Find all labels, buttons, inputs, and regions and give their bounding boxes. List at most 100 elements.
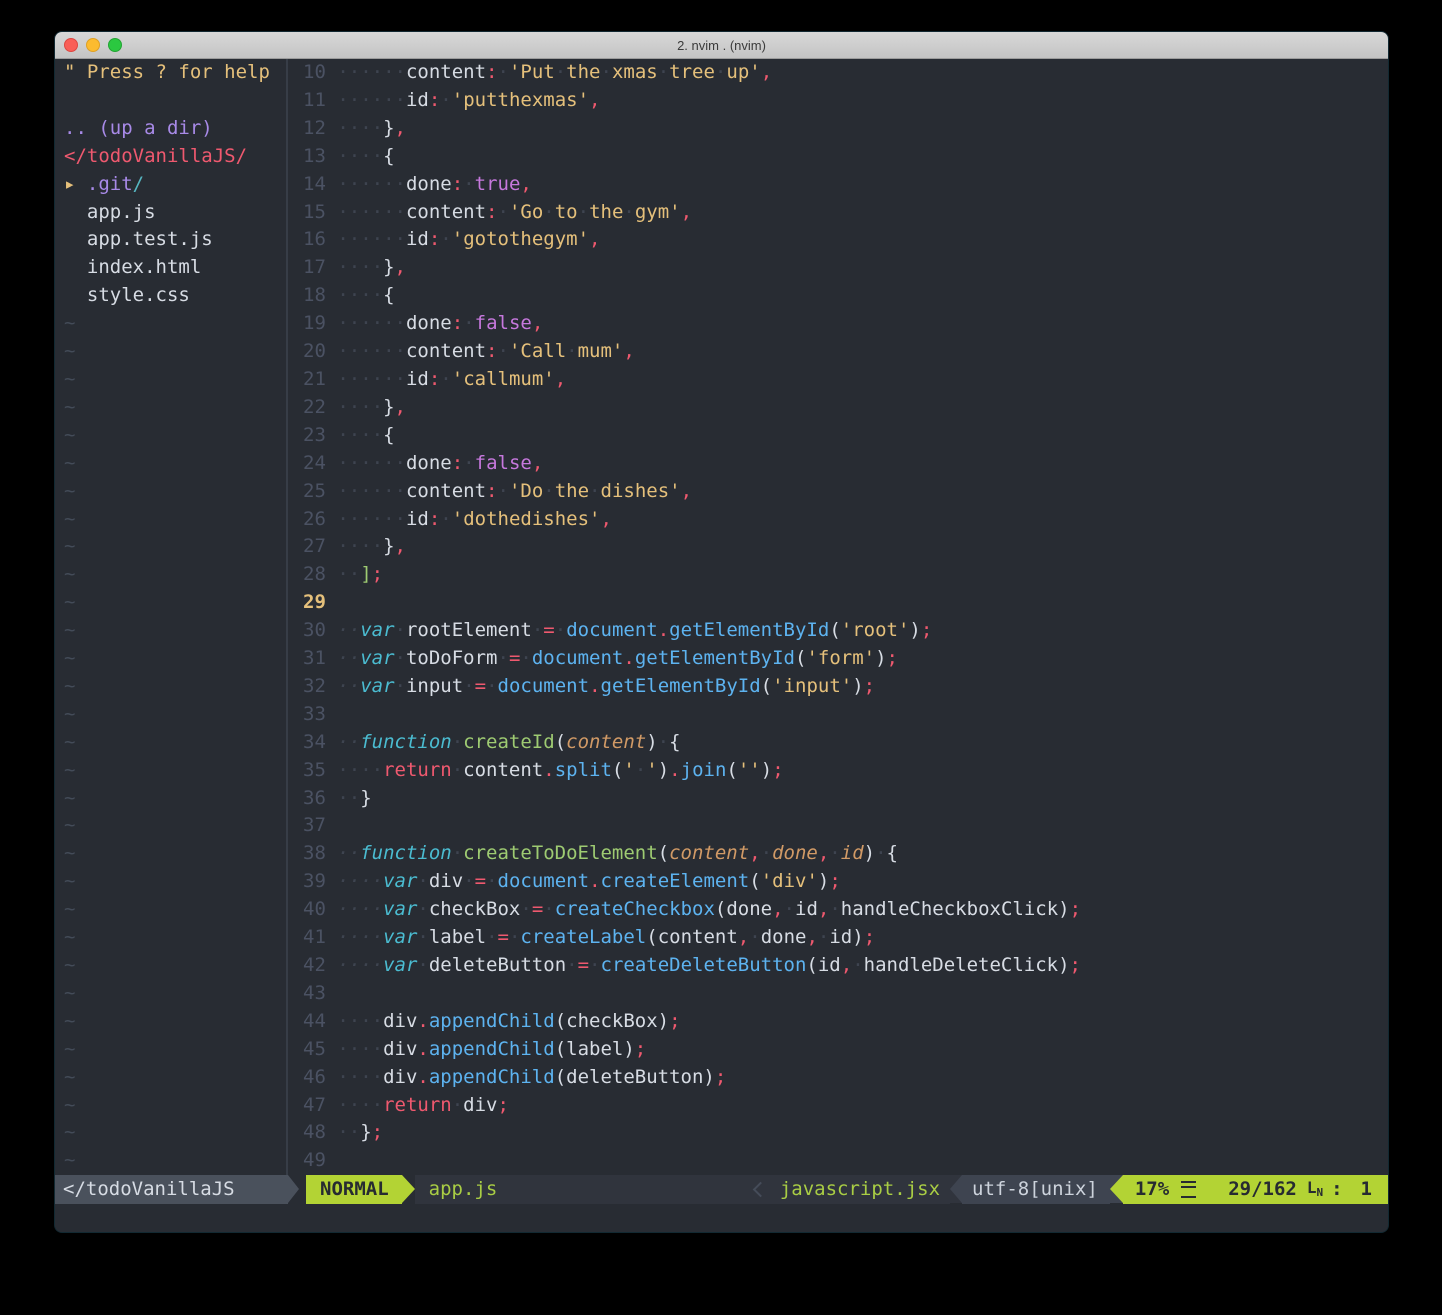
tree-item-style-css[interactable]: style.css — [64, 282, 286, 310]
code-line-47[interactable]: 47 ····return·div; — [303, 1092, 1388, 1120]
code-line-30[interactable]: 30 ··var·rootElement·=·document.getEleme… — [303, 617, 1388, 645]
code-line-28[interactable]: 28 ··]; — [303, 561, 1388, 589]
code-line-26[interactable]: 26 ······id:·'dothedishes', — [303, 506, 1388, 534]
whitespace-dots: · — [497, 61, 508, 83]
mode-indicator: NORMAL — [306, 1175, 402, 1204]
whitespace-dots: · — [509, 926, 520, 948]
editor-buffer[interactable]: 10 ······content:·'Put·the·xmas·tree·up'… — [288, 59, 1388, 1175]
whitespace-dots: · — [463, 675, 474, 697]
statusline-gap — [299, 1175, 306, 1204]
tree-item-label: </todoVanillaJS/ — [64, 145, 247, 167]
whitespace-dots: ······ — [337, 340, 406, 362]
code-line-32[interactable]: 32 ··var·input·=·document.getElementById… — [303, 673, 1388, 701]
code-line-46[interactable]: 46 ····div.appendChild(deleteButton); — [303, 1064, 1388, 1092]
code-line-34[interactable]: 34 ··function·createId(content)·{ — [303, 729, 1388, 757]
code-line-20[interactable]: 20 ······content:·'Call·mum', — [303, 338, 1388, 366]
line-number: 17 — [303, 254, 326, 282]
empty-line-tilde: ~ — [64, 478, 286, 506]
code-line-37[interactable]: 37 — [303, 812, 1388, 840]
code-line-15[interactable]: 15 ······content:·'Go·to·the·gym', — [303, 199, 1388, 227]
code-line-24[interactable]: 24 ······done:·false, — [303, 450, 1388, 478]
statusline-center: app.js javascript.jsx — [415, 1175, 950, 1204]
tree-item-index-html[interactable]: index.html — [64, 254, 286, 282]
editor-split: " Press ? for help.. (up a dir)</todoVan… — [55, 59, 1388, 1175]
whitespace-dots: · — [875, 842, 886, 864]
code-line-29[interactable]: 29 — [303, 589, 1388, 617]
empty-line-tilde: ~ — [64, 868, 286, 896]
whitespace-dots: · — [589, 480, 600, 502]
line-number: 36 — [303, 785, 326, 813]
code-line-21[interactable]: 21 ······id:·'callmum', — [303, 366, 1388, 394]
whitespace-dots: ···· — [337, 145, 383, 167]
powerline-separator-right-icon — [402, 1175, 415, 1203]
code-line-31[interactable]: 31 ··var·toDoForm·=·document.getElementB… — [303, 645, 1388, 673]
code-line-35[interactable]: 35 ····return·content.split('·').join(''… — [303, 757, 1388, 785]
current-line-number: 29 — [303, 589, 326, 617]
code-line-22[interactable]: 22 ····}, — [303, 394, 1388, 422]
code-line-38[interactable]: 38 ··function·createToDoElement(content,… — [303, 840, 1388, 868]
whitespace-dots: · — [543, 201, 554, 223]
nerdtree-sidebar[interactable]: " Press ? for help.. (up a dir)</todoVan… — [55, 59, 286, 1175]
code-line-27[interactable]: 27 ····}, — [303, 533, 1388, 561]
terminal-window: 2. nvim . (nvim) " Press ? for help.. (u… — [55, 32, 1388, 1232]
code-line-23[interactable]: 23 ····{ — [303, 422, 1388, 450]
line-number: 38 — [303, 840, 326, 868]
statusline-filename: app.js — [429, 1175, 498, 1204]
whitespace-dots: · — [395, 647, 406, 669]
whitespace-dots: ···· — [337, 1066, 383, 1088]
collapsed-dir-arrow-icon[interactable]: ▸ — [64, 173, 87, 195]
code-line-17[interactable]: 17 ····}, — [303, 254, 1388, 282]
statusline-encoding: utf-8[unix] — [962, 1175, 1110, 1204]
nerdtree-up-a-dir[interactable]: .. (up a dir) — [64, 115, 286, 143]
line-number: 18 — [303, 282, 326, 310]
whitespace-dots: · — [532, 619, 543, 641]
code-line-19[interactable]: 19 ······done:·false, — [303, 310, 1388, 338]
line-number: 45 — [303, 1036, 326, 1064]
code-line-36[interactable]: 36 ··} — [303, 785, 1388, 813]
empty-line-tilde: ~ — [64, 338, 286, 366]
whitespace-dots: · — [463, 312, 474, 334]
whitespace-dots: · — [555, 61, 566, 83]
code-line-45[interactable]: 45 ····div.appendChild(label); — [303, 1036, 1388, 1064]
code-line-16[interactable]: 16 ······id:·'gotothegym', — [303, 226, 1388, 254]
zoom-button[interactable] — [108, 38, 122, 52]
code-line-39[interactable]: 39 ····var·div·=·document.createElement(… — [303, 868, 1388, 896]
whitespace-dots: · — [543, 898, 554, 920]
code-line-11[interactable]: 11 ······id:·'putthexmas', — [303, 87, 1388, 115]
code-line-43[interactable]: 43 — [303, 980, 1388, 1008]
tree-item-label: index.html — [87, 256, 201, 278]
code-line-42[interactable]: 42 ····var·deleteButton·=·createDeleteBu… — [303, 952, 1388, 980]
code-line-14[interactable]: 14 ······done:·true, — [303, 171, 1388, 199]
line-number: 24 — [303, 450, 326, 478]
titlebar[interactable]: 2. nvim . (nvim) — [55, 32, 1388, 59]
code-line-10[interactable]: 10 ······content:·'Put·the·xmas·tree·up'… — [303, 59, 1388, 87]
line-number: 16 — [303, 226, 326, 254]
code-line-13[interactable]: 13 ····{ — [303, 143, 1388, 171]
whitespace-dots: · — [520, 647, 531, 669]
whitespace-dots: ·· — [337, 675, 360, 697]
code-line-40[interactable]: 40 ····var·checkBox·=·createCheckbox(don… — [303, 896, 1388, 924]
whitespace-dots: · — [395, 675, 406, 697]
whitespace-dots: · — [600, 61, 611, 83]
whitespace-dots: · — [520, 898, 531, 920]
whitespace-dots: · — [452, 1094, 463, 1116]
code-line-49[interactable]: 49 — [303, 1147, 1388, 1175]
whitespace-dots: · — [761, 842, 772, 864]
whitespace-dots: · — [440, 508, 451, 530]
tree-item-git-dir[interactable]: ▸ .git/ — [64, 171, 286, 199]
whitespace-dots: · — [463, 452, 474, 474]
code-line-12[interactable]: 12 ····}, — [303, 115, 1388, 143]
code-line-41[interactable]: 41 ····var·label·=·createLabel(content,·… — [303, 924, 1388, 952]
code-line-44[interactable]: 44 ····div.appendChild(checkBox); — [303, 1008, 1388, 1036]
minimize-button[interactable] — [86, 38, 100, 52]
tree-item-app-test-js[interactable]: app.test.js — [64, 226, 286, 254]
code-line-48[interactable]: 48 ··}; — [303, 1119, 1388, 1147]
line-number: 34 — [303, 729, 326, 757]
close-button[interactable] — [64, 38, 78, 52]
code-line-33[interactable]: 33 — [303, 701, 1388, 729]
code-line-18[interactable]: 18 ····{ — [303, 282, 1388, 310]
tree-item-app-js[interactable]: app.js — [64, 199, 286, 227]
whitespace-dots: · — [498, 647, 509, 669]
code-line-25[interactable]: 25 ······content:·'Do·the·dishes', — [303, 478, 1388, 506]
nerdtree-root-dir[interactable]: </todoVanillaJS/ — [64, 143, 286, 171]
